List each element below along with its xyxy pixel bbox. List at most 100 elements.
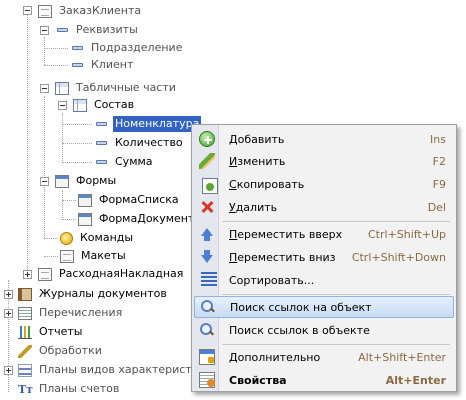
tree-node-label: Обработки [39, 344, 102, 357]
menu-item-edit[interactable]: Изменить F2 [194, 150, 454, 172]
report-icon [18, 325, 32, 339]
menu-item-find-references[interactable]: Поиск ссылок на объект [194, 296, 454, 318]
shortcut-label: F9 [432, 177, 446, 191]
menu-separator [222, 294, 450, 295]
form-icon [55, 174, 69, 188]
menu-item-delete[interactable]: Удалить Del [194, 196, 454, 218]
shortcut-label: Ctrl+Shift+Up [367, 227, 446, 241]
form-icon [78, 212, 92, 226]
move-up-icon [199, 226, 215, 242]
tree-node-sostav[interactable]: Состав [73, 96, 136, 114]
shortcut-label: F2 [432, 154, 446, 168]
tree-node-label: Номенклатура [113, 116, 202, 132]
tree-node-klient[interactable]: Клиент [70, 56, 135, 74]
expand-toggle[interactable] [23, 270, 32, 279]
collapse-toggle[interactable] [40, 26, 49, 35]
collapse-toggle[interactable] [40, 84, 49, 93]
tree-node-nomenklatura[interactable]: Номенклатура [94, 115, 202, 133]
tree-node-label: Макеты [81, 249, 126, 262]
tree-node-document-journals[interactable]: Журналы документов [18, 285, 169, 303]
tree-node-label: ФормаДокумента [99, 212, 202, 225]
shortcut-label: Alt+Enter [385, 373, 446, 387]
tree-node-label: Клиент [91, 58, 134, 71]
shortcut-label: Ctrl+Shift+Down [351, 250, 446, 264]
tree-node-summa[interactable]: Сумма [94, 153, 155, 171]
find-references-icon [200, 299, 216, 315]
menu-item-move-up[interactable]: Переместить вверх Ctrl+Shift+Up [194, 223, 454, 245]
tree-node-label: Перечисления [39, 306, 123, 319]
find-in-object-icon [199, 322, 215, 338]
more-icon [199, 349, 215, 365]
tree-node-label: Сумма [115, 155, 153, 168]
tree-node-tabular-sections[interactable]: Табличные части [55, 79, 178, 97]
move-down-icon [199, 249, 215, 265]
enum-icon [18, 306, 32, 320]
attribute-icon [96, 141, 107, 145]
tree-node-label: Табличные части [76, 81, 176, 94]
tree-node-forms[interactable]: Формы [55, 172, 118, 190]
attribute-icon [96, 160, 107, 164]
attribute-icon [72, 63, 83, 67]
tree-node-characteristic-types[interactable]: Планы видов характеристик [18, 361, 208, 379]
chart-of-accounts-icon: Тт [18, 382, 34, 396]
tree-node-zakaz-klienta[interactable]: ЗаказКлиента [38, 2, 143, 20]
shortcut-label: Alt+Shift+Enter [358, 350, 446, 364]
attribute-icon [96, 122, 107, 126]
tree-node-label: Количество [115, 136, 183, 149]
tree-node-label: Подразделение [91, 41, 183, 54]
shortcut-label: Del [427, 200, 446, 214]
tree-node-raskhodnaya-nakladnaya[interactable]: РасходнаяНакладная [38, 265, 185, 283]
tree-node-data-processors[interactable]: Обработки [18, 342, 104, 360]
tree-node-label: Планы видов характеристик [39, 363, 206, 376]
menu-item-properties[interactable]: Свойства Alt+Enter [194, 369, 454, 391]
context-menu: Добавить Ins Изменить F2 Скопировать F9 … [191, 124, 457, 392]
delete-icon [199, 199, 215, 215]
tree-node-charts-of-accounts[interactable]: Тт Планы счетов [18, 380, 121, 398]
menu-item-add[interactable]: Добавить Ins [194, 128, 454, 150]
expand-toggle[interactable] [4, 366, 13, 375]
tree-node-label: Отчеты [39, 325, 83, 338]
tree-node-label: ФормаСписка [99, 193, 179, 206]
menu-item-move-down[interactable]: Переместить вниз Ctrl+Shift+Down [194, 246, 454, 268]
tree-node-podrazdelenie[interactable]: Подразделение [70, 39, 184, 57]
menu-separator [222, 221, 450, 222]
menu-item-find-in-object[interactable]: Поиск ссылок в объекте [194, 319, 454, 341]
tree-node-attributes[interactable]: Реквизиты [55, 21, 140, 39]
document-icon [38, 4, 52, 18]
menu-item-copy[interactable]: Скопировать F9 [194, 173, 454, 195]
tree-node-label: Формы [76, 174, 117, 187]
collapse-toggle[interactable] [23, 6, 32, 15]
document-icon [38, 267, 52, 281]
collapse-toggle[interactable] [58, 101, 67, 110]
menu-item-more[interactable]: Дополнительно Alt+Shift+Enter [194, 346, 454, 368]
dataprocessor-icon [18, 344, 32, 358]
attribute-icon [72, 46, 83, 50]
tree-node-forma-spiska[interactable]: ФормаСписка [78, 191, 181, 209]
expand-toggle[interactable] [4, 290, 13, 299]
edit-icon [199, 153, 215, 169]
tree-node-forma-dokumenta[interactable]: ФормаДокумента [78, 210, 203, 228]
template-icon [60, 249, 74, 263]
menu-item-sort[interactable]: Сортировать... [194, 269, 454, 291]
tree-node-label: РасходнаяНакладная [59, 267, 184, 280]
command-icon [60, 231, 73, 245]
tree-node-templates[interactable]: Макеты [60, 247, 128, 265]
attribute-icon [57, 28, 68, 32]
tree-node-label: Команды [80, 231, 134, 244]
tree-node-commands[interactable]: Команды [60, 229, 135, 247]
form-icon [78, 193, 92, 207]
characteristics-icon [18, 363, 32, 377]
tree-node-kolichestvo[interactable]: Количество [94, 134, 185, 152]
table-icon [73, 98, 87, 112]
tree-node-reports[interactable]: Отчеты [18, 323, 84, 341]
expand-toggle[interactable] [4, 309, 13, 318]
properties-icon [199, 372, 215, 388]
tree-node-enumerations[interactable]: Перечисления [18, 304, 124, 322]
collapse-toggle[interactable] [40, 177, 49, 186]
shortcut-label: Ins [430, 132, 446, 146]
tree-node-label: Журналы документов [39, 287, 167, 300]
journal-icon [18, 287, 32, 301]
tree-node-label: Состав [94, 98, 135, 111]
menu-separator [222, 344, 450, 345]
add-icon [199, 131, 215, 147]
